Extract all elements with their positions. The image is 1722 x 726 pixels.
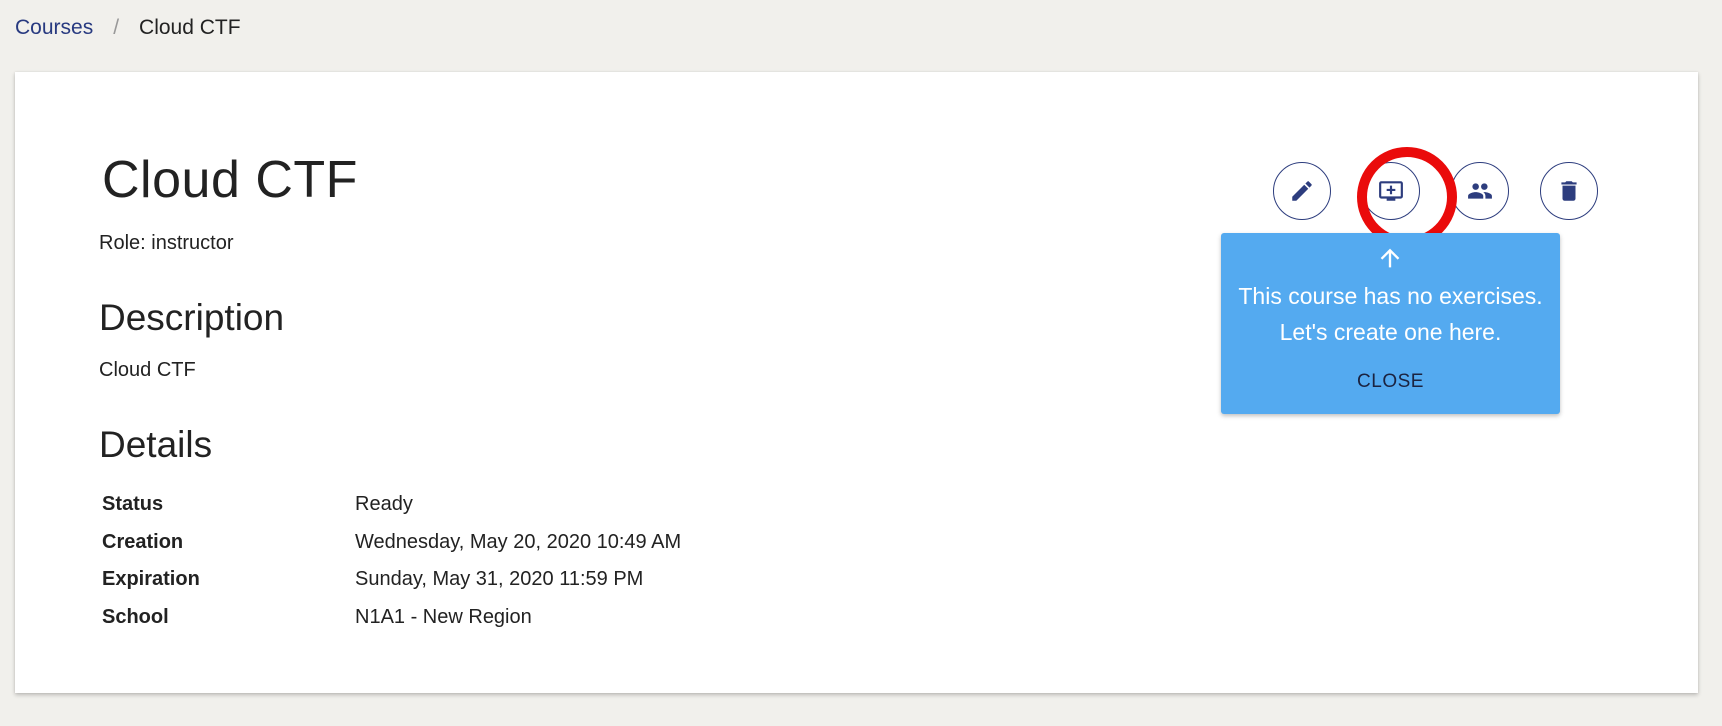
add-exercise-button[interactable] <box>1362 162 1420 220</box>
details-label: Creation <box>102 530 184 553</box>
details-row-expiration: Expiration Sunday, May 31, 2020 11:59 PM <box>102 561 681 599</box>
role-text: Role: instructor <box>99 232 234 254</box>
breadcrumb-separator: / <box>113 16 120 39</box>
tooltip-line-1: This course has no exercises. <box>1238 283 1543 309</box>
onboarding-tooltip: This course has no exercises. Let's crea… <box>1221 233 1560 414</box>
edit-course-button[interactable] <box>1273 162 1331 220</box>
delete-course-button[interactable] <box>1540 162 1598 220</box>
course-card: Cloud CTF Role: instructor Description C… <box>15 72 1698 693</box>
details-value: Wednesday, May 20, 2020 10:49 AM <box>355 530 682 553</box>
details-row-school: School N1A1 - New Region <box>102 599 681 637</box>
details-label: School <box>102 605 169 628</box>
breadcrumb: Courses / Cloud CTF <box>15 16 241 40</box>
details-label: Expiration <box>102 568 200 591</box>
details-row-creation: Creation Wednesday, May 20, 2020 10:49 A… <box>102 524 681 562</box>
arrow-up-icon <box>1380 248 1400 268</box>
description-heading: Description <box>99 297 285 338</box>
trash-icon <box>1561 181 1577 201</box>
manage-students-button[interactable] <box>1451 162 1509 220</box>
breadcrumb-courses-link[interactable]: Courses <box>15 16 93 40</box>
people-icon <box>1468 183 1492 199</box>
details-value: N1A1 - New Region <box>355 605 532 628</box>
monitor-plus-icon <box>1379 181 1403 201</box>
details-row-status: Status Ready <box>102 486 681 524</box>
details-label: Status <box>102 493 164 516</box>
details-value: Sunday, May 31, 2020 11:59 PM <box>355 568 644 591</box>
details-value: Ready <box>355 493 413 516</box>
page-title: Cloud CTF <box>102 151 358 209</box>
details-heading: Details <box>99 424 213 465</box>
breadcrumb-current: Cloud CTF <box>139 16 241 39</box>
details-table: Status Ready Creation Wednesday, May 20,… <box>102 486 681 636</box>
pencil-icon <box>1292 181 1312 201</box>
course-actions <box>1273 147 1618 247</box>
description-text: Cloud CTF <box>99 359 196 381</box>
tooltip-message: This course has no exercises. Let's crea… <box>1221 278 1560 350</box>
tooltip-close-button[interactable]: CLOSE <box>1349 367 1432 397</box>
tooltip-line-2: Let's create one here. <box>1279 319 1502 345</box>
